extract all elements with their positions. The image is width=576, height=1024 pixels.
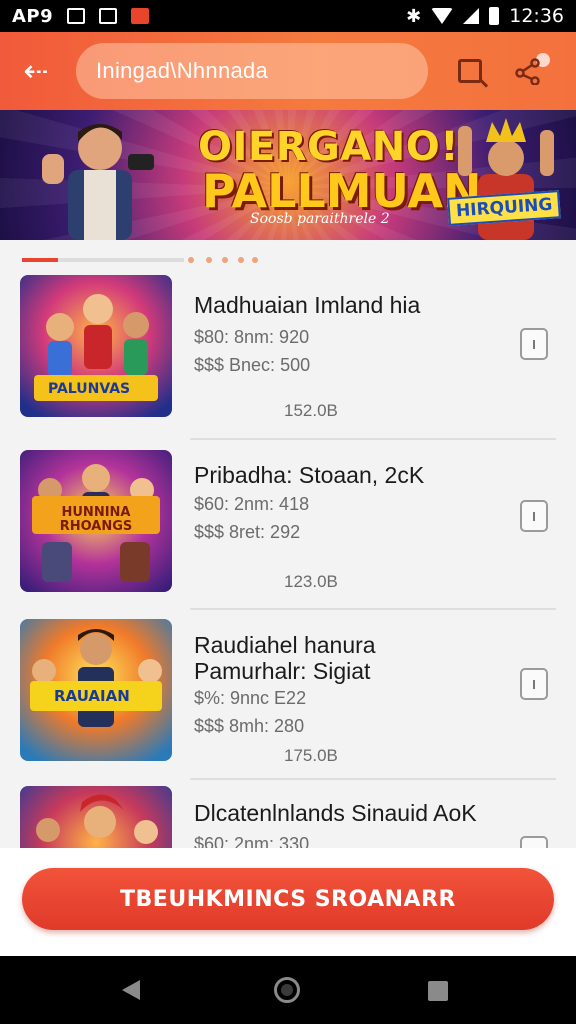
app-bar: ⇠ Iningad\Nhnnada bbox=[0, 32, 576, 110]
system-nav-bar bbox=[0, 956, 576, 1024]
game-total: 123.0B bbox=[284, 572, 338, 591]
carousel-dot[interactable] bbox=[222, 257, 228, 263]
game-thumbnail: HUNNINA RHOANGS bbox=[20, 450, 172, 592]
back-arrow-icon: ⇠ bbox=[23, 53, 49, 89]
game-line-2: $$$ 8ret: 292 bbox=[194, 522, 301, 542]
status-app-tag: AP9 bbox=[12, 5, 54, 27]
status-right: ✱ 12:36 bbox=[406, 5, 564, 27]
game-line-1: $60: 2nm: 418 bbox=[194, 494, 310, 514]
search-input[interactable]: Iningad\Nhnnada bbox=[76, 43, 428, 99]
carousel-dot[interactable] bbox=[188, 257, 194, 263]
status-bar: AP9 ✱ 12:36 bbox=[0, 0, 576, 32]
list-item[interactable]: PALUNVAS Madhuaian Imland hia $80: 8nm: … bbox=[0, 270, 576, 440]
signal-icon bbox=[463, 8, 480, 24]
search-button[interactable] bbox=[450, 51, 490, 91]
carousel-progress bbox=[22, 258, 58, 262]
list-item[interactable]: RAUAIAN Raudiahel hanura Pamurhalr: Sigi… bbox=[0, 610, 576, 780]
list-item[interactable]: HUNNINA RHOANGS Pribadha: Stoaan, 2cK $6… bbox=[0, 440, 576, 610]
screen: AP9 ✱ 12:36 ⇠ Iningad\Nhnnada OIERGANO! … bbox=[0, 0, 576, 1024]
game-thumbnail: PALUNVAS bbox=[20, 275, 172, 417]
carousel-indicator bbox=[22, 256, 322, 264]
carousel-dot[interactable] bbox=[206, 257, 212, 263]
banner-subtitle: Soosb paraithrele 2 bbox=[250, 211, 390, 227]
game-title: Raudiahel hanura bbox=[194, 632, 376, 658]
game-line-2: $$$ Bnec: 500 bbox=[194, 355, 311, 375]
game-title: Pribadha: Stoaan, 2cK bbox=[194, 462, 425, 488]
nav-home-icon[interactable] bbox=[274, 977, 300, 1003]
primary-cta-button[interactable]: TBEUHKMINCS SROANARR bbox=[22, 868, 554, 930]
wifi-icon bbox=[431, 8, 454, 24]
item-action-icon[interactable] bbox=[520, 500, 548, 532]
banner-hero-left-image bbox=[42, 124, 154, 240]
image-icon bbox=[67, 8, 86, 24]
status-left: AP9 bbox=[12, 5, 150, 27]
game-line-1: $80: 8nm: 920 bbox=[194, 327, 310, 347]
search-icon bbox=[458, 59, 482, 83]
game-line-1: $%: 9nnc E22 bbox=[194, 688, 307, 708]
carousel-dot[interactable] bbox=[238, 257, 244, 263]
game-total: 152.0B bbox=[284, 401, 338, 420]
notification-icon bbox=[131, 8, 150, 24]
share-button[interactable] bbox=[510, 51, 550, 91]
image-icon bbox=[99, 8, 118, 24]
item-action-icon[interactable] bbox=[520, 328, 548, 360]
banner-title-line2: PALLMUAN bbox=[202, 164, 482, 218]
nav-back-icon[interactable] bbox=[122, 980, 140, 1000]
game-title-line2: Pamurhalr: Sigiat bbox=[194, 658, 371, 684]
carousel-dot[interactable] bbox=[252, 257, 258, 263]
thumbnail-caption: HUNNINA RHOANGS bbox=[59, 505, 133, 534]
status-time: 12:36 bbox=[509, 5, 564, 27]
game-title: Madhuaian Imland hia bbox=[194, 292, 421, 318]
thumbnail-caption: PALUNVAS bbox=[48, 381, 131, 397]
battery-icon bbox=[489, 7, 500, 25]
cta-label: TBEUHKMINCS SROANARR bbox=[120, 886, 456, 912]
item-action-icon[interactable] bbox=[520, 668, 548, 700]
bluetooth-icon: ✱ bbox=[406, 5, 422, 27]
game-thumbnail: RAUAIAN bbox=[20, 619, 172, 761]
promo-banner[interactable]: OIERGANO! PALLMUAN Soosb paraithrele 2 H… bbox=[0, 110, 576, 240]
game-title: Dlcatenlnlands Sinauid AoK bbox=[194, 800, 477, 826]
nav-recents-icon[interactable] bbox=[428, 981, 448, 1001]
thumbnail-caption: RAUAIAN bbox=[54, 687, 130, 705]
search-text: Iningad\Nhnnada bbox=[96, 58, 269, 83]
share-icon bbox=[515, 58, 540, 85]
game-line-2: $$$ 8mh: 280 bbox=[194, 716, 305, 736]
game-total: 175.0B bbox=[284, 746, 338, 765]
back-button[interactable]: ⇠ bbox=[16, 51, 56, 91]
